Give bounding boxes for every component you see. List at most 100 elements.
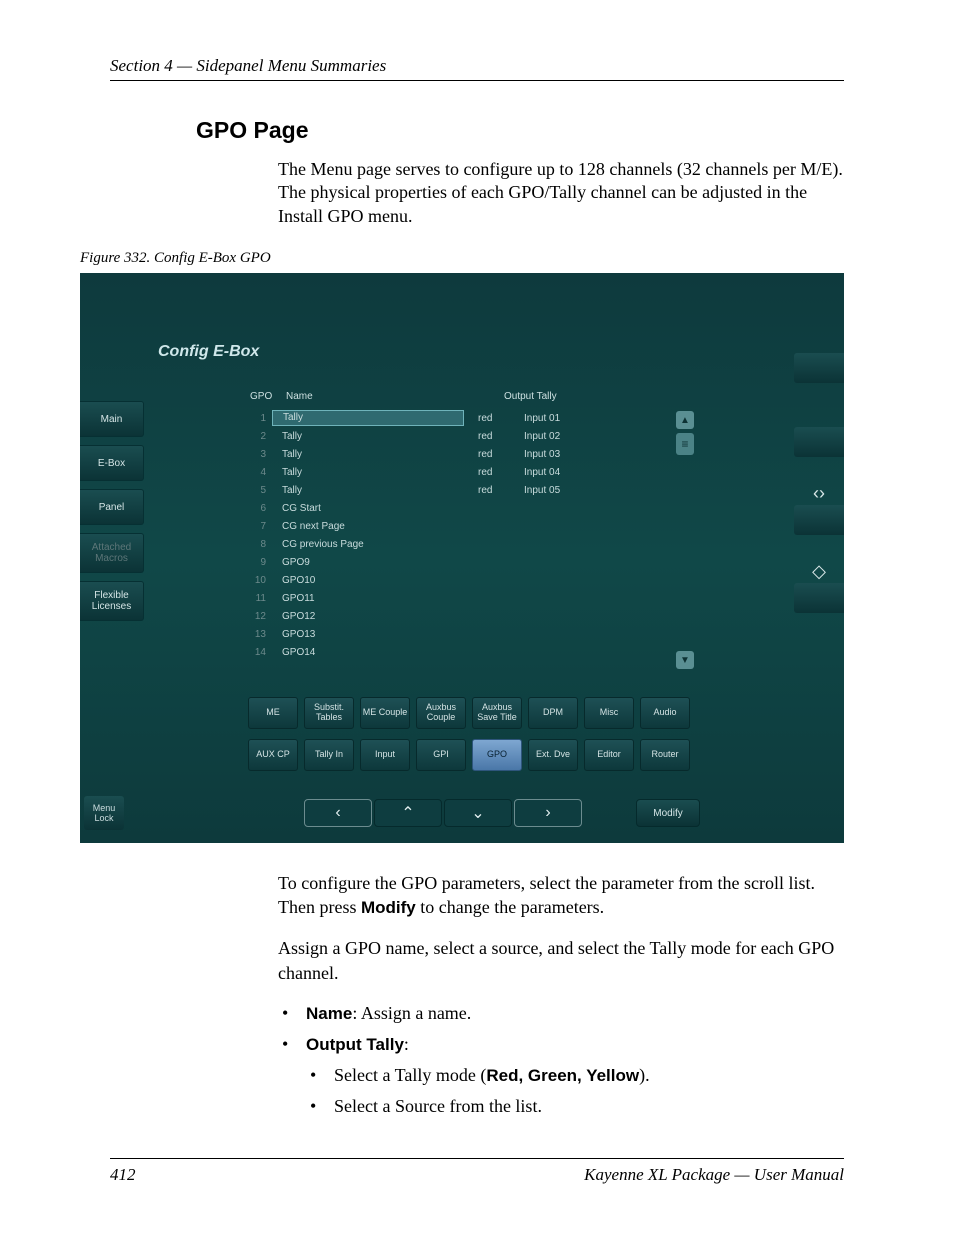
left-tab-strip: Main E-Box Panel Attached Macros Flexible Li… xyxy=(80,401,144,629)
soft-button[interactable]: Input xyxy=(360,739,410,771)
soft-button[interactable]: Substit. Tables xyxy=(304,697,354,729)
cell-name: Tally xyxy=(272,431,468,442)
cell-source: Input 04 xyxy=(524,467,644,478)
doc-title: Kayenne XL Package — User Manual xyxy=(584,1165,844,1185)
intro-paragraph: The Menu page serves to configure up to … xyxy=(278,158,844,228)
nav-left-button[interactable]: ‹ xyxy=(304,799,372,827)
left-tab[interactable]: Flexible Licenses xyxy=(80,581,144,621)
panel-title: Config E-Box xyxy=(158,343,259,361)
cell-gpo: 4 xyxy=(242,467,272,478)
left-tab[interactable]: Panel xyxy=(80,489,144,525)
scroll-down-icon[interactable]: ▼ xyxy=(676,651,694,669)
column-header-gpo: GPO xyxy=(250,391,272,402)
cell-name: Tally xyxy=(272,449,468,460)
left-tab: Attached Macros xyxy=(80,533,144,573)
cell-gpo: 10 xyxy=(242,575,272,586)
cell-name: GPO11 xyxy=(272,593,468,604)
cell-gpo: 5 xyxy=(242,485,272,496)
table-row[interactable]: 3TallyredInput 03 xyxy=(242,445,672,463)
cell-gpo: 13 xyxy=(242,629,272,640)
soft-button[interactable]: Misc xyxy=(584,697,634,729)
soft-button[interactable]: ME xyxy=(248,697,298,729)
cell-source: Input 02 xyxy=(524,431,644,442)
soft-button[interactable]: Audio xyxy=(640,697,690,729)
cell-tally: red xyxy=(468,449,524,460)
cell-name: CG Start xyxy=(272,503,468,514)
sub-bullet-item: • Select a Source from the list. xyxy=(306,1094,844,1118)
vertical-arrows-icon: ◇ xyxy=(794,561,844,581)
cell-gpo: 9 xyxy=(242,557,272,568)
left-tab[interactable]: Main xyxy=(80,401,144,437)
modify-label: Modify xyxy=(361,898,416,917)
soft-button[interactable]: Editor xyxy=(584,739,634,771)
soft-button[interactable]: ME Couple xyxy=(360,697,410,729)
cell-tally: red xyxy=(468,413,524,424)
cell-gpo: 3 xyxy=(242,449,272,460)
soft-button[interactable]: Auxbus Save Title xyxy=(472,697,522,729)
cell-name: GPO14 xyxy=(272,647,468,658)
table-row[interactable]: 10GPO10 xyxy=(242,571,672,589)
cell-gpo: 6 xyxy=(242,503,272,514)
table-row[interactable]: 8CG previous Page xyxy=(242,535,672,553)
chevron-down-icon: ⌄ xyxy=(471,803,484,823)
cell-tally: red xyxy=(468,467,524,478)
table-row[interactable]: 12GPO12 xyxy=(242,607,672,625)
cell-name: GPO12 xyxy=(272,611,468,622)
cell-tally: red xyxy=(468,431,524,442)
horizontal-arrows-icon: ‹› xyxy=(794,483,844,503)
cell-source: Input 05 xyxy=(524,485,644,496)
scrollbar[interactable]: ▲ ≡ ▼ xyxy=(676,411,694,669)
table-row[interactable]: 5TallyredInput 05 xyxy=(242,481,672,499)
soft-button[interactable]: GPO xyxy=(472,739,522,771)
edge-button[interactable] xyxy=(794,583,844,613)
table-row[interactable]: 1TallyredInput 01 xyxy=(242,409,672,427)
table-row[interactable]: 9GPO9 xyxy=(242,553,672,571)
cell-name: CG previous Page xyxy=(272,539,468,550)
modify-button[interactable]: Modify xyxy=(636,799,700,827)
soft-button[interactable]: GPI xyxy=(416,739,466,771)
soft-button[interactable]: Auxbus Couple xyxy=(416,697,466,729)
table-row[interactable]: 7CG next Page xyxy=(242,517,672,535)
nav-right-button[interactable]: › xyxy=(514,799,582,827)
cell-gpo: 11 xyxy=(242,593,272,604)
table-row[interactable]: 4TallyredInput 04 xyxy=(242,463,672,481)
figure-caption: Figure 332. Config E-Box GPO xyxy=(80,250,844,267)
nav-up-button[interactable]: ⌃ xyxy=(374,799,442,827)
cell-name: GPO13 xyxy=(272,629,468,640)
right-edge-buttons: ‹› ◇ xyxy=(794,353,844,657)
sub-bullet-item: • Select a Tally mode (Red, Green, Yello… xyxy=(306,1063,844,1088)
cell-gpo: 7 xyxy=(242,521,272,532)
soft-button[interactable]: DPM xyxy=(528,697,578,729)
table-row[interactable]: 2TallyredInput 02 xyxy=(242,427,672,445)
table-row[interactable]: 11GPO11 xyxy=(242,589,672,607)
cell-source: Input 03 xyxy=(524,449,644,460)
cell-tally: red xyxy=(468,485,524,496)
soft-button-grid: MESubstit. TablesME CoupleAuxbus CoupleA… xyxy=(248,697,690,771)
soft-button[interactable]: Ext. Dve xyxy=(528,739,578,771)
table-row[interactable]: 14GPO14 xyxy=(242,643,672,661)
chevron-left-icon: ‹ xyxy=(335,804,340,822)
cell-source: Input 01 xyxy=(524,413,644,424)
menu-lock-button[interactable]: Menu Lock xyxy=(84,796,124,830)
table-row[interactable]: 6CG Start xyxy=(242,499,672,517)
scroll-up-icon[interactable]: ▲ xyxy=(676,411,694,429)
table-row[interactable]: 13GPO13 xyxy=(242,625,672,643)
cell-name: Tally xyxy=(272,467,468,478)
edge-button[interactable] xyxy=(794,427,844,457)
soft-button[interactable]: AUX CP xyxy=(248,739,298,771)
edge-button[interactable] xyxy=(794,353,844,383)
bullet-item: • Name: Assign a name. xyxy=(278,1001,844,1026)
paragraph: To configure the GPO parameters, select … xyxy=(278,871,844,920)
chevron-up-icon: ⌃ xyxy=(401,803,414,823)
edge-button[interactable] xyxy=(794,505,844,535)
cell-gpo: 14 xyxy=(242,647,272,658)
scroll-thumb[interactable]: ≡ xyxy=(676,433,694,455)
soft-button[interactable]: Router xyxy=(640,739,690,771)
soft-button[interactable]: Tally In xyxy=(304,739,354,771)
cell-gpo: 2 xyxy=(242,431,272,442)
nav-down-button[interactable]: ⌄ xyxy=(444,799,512,827)
cell-name: GPO10 xyxy=(272,575,468,586)
config-ebox-screenshot: Config E-Box Main E-Box Panel Attached Macr… xyxy=(80,273,844,843)
left-tab[interactable]: E-Box xyxy=(80,445,144,481)
cell-name: CG next Page xyxy=(272,521,468,532)
